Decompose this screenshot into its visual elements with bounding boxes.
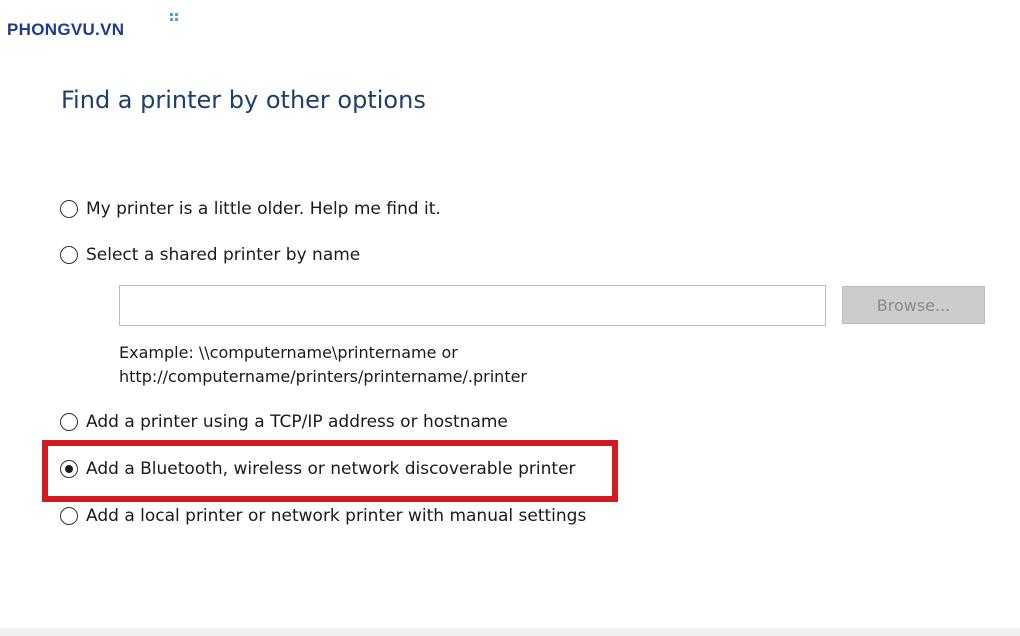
watermark-dots-icon: [170, 13, 180, 23]
shared-printer-name-input[interactable]: [119, 285, 826, 326]
example-line: http://computername/printers/printername…: [119, 367, 528, 386]
example-line: Example: \\computername\printername or: [119, 343, 458, 362]
browse-button[interactable]: Browse...: [842, 286, 985, 324]
radio-button[interactable]: [60, 200, 78, 218]
radio-button[interactable]: [60, 413, 78, 431]
option-label: Add a local printer or network printer w…: [86, 506, 587, 526]
option-older-printer[interactable]: My printer is a little older. Help me fi…: [60, 197, 441, 221]
example-text: Example: \\computername\printername or h…: [119, 341, 527, 389]
page-title: Find a printer by other options: [61, 86, 426, 114]
printer-dialog: PHONGVU.VN Find a printer by other optio…: [0, 0, 1020, 636]
watermark-logo: PHONGVU.VN: [7, 20, 125, 39]
option-label: Select a shared printer by name: [86, 245, 361, 265]
bottom-footer-strip: [0, 628, 1020, 636]
radio-button[interactable]: [60, 507, 78, 525]
highlight-annotation-box: [42, 440, 618, 502]
option-label: My printer is a little older. Help me fi…: [86, 199, 441, 219]
option-local-printer[interactable]: Add a local printer or network printer w…: [60, 504, 586, 528]
option-tcpip-printer[interactable]: Add a printer using a TCP/IP address or …: [60, 410, 508, 434]
option-label: Add a printer using a TCP/IP address or …: [86, 412, 508, 432]
radio-button[interactable]: [60, 246, 78, 264]
option-shared-printer[interactable]: Select a shared printer by name: [60, 243, 360, 267]
